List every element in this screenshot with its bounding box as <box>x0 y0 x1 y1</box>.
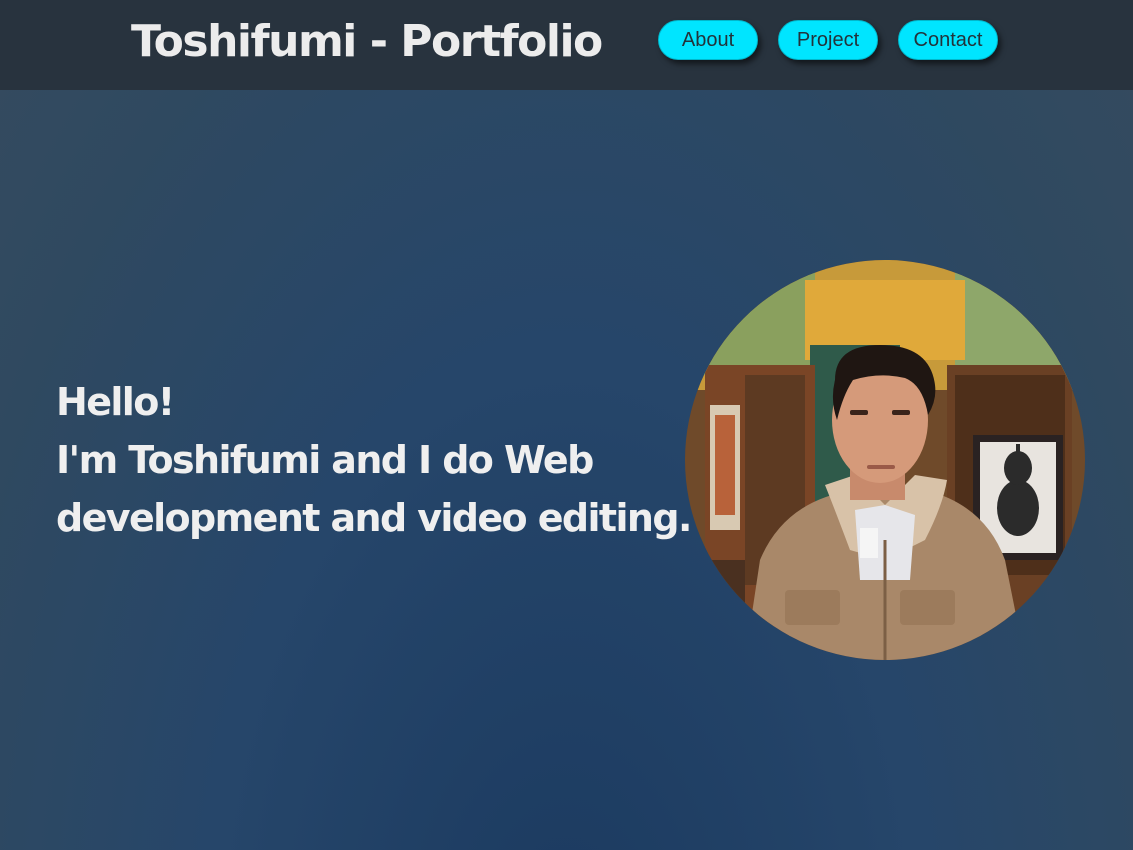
hero-intro: Hello! I'm Toshifumi and I do Web develo… <box>56 373 692 547</box>
top-bar: Toshifumi - Portfolio About Project Cont… <box>0 0 1133 90</box>
nav-project-button[interactable]: Project <box>778 20 878 60</box>
hero-greeting: Hello! <box>56 380 175 424</box>
profile-photo-image <box>685 260 1085 660</box>
site-title: Toshifumi - Portfolio <box>131 16 603 67</box>
hero-intro-line-2: development and video editing. <box>56 496 692 540</box>
nav-about-button[interactable]: About <box>658 20 758 60</box>
hero-intro-line-1: I'm Toshifumi and I do Web <box>56 438 594 482</box>
profile-photo <box>685 260 1085 660</box>
nav-contact-button[interactable]: Contact <box>898 20 998 60</box>
